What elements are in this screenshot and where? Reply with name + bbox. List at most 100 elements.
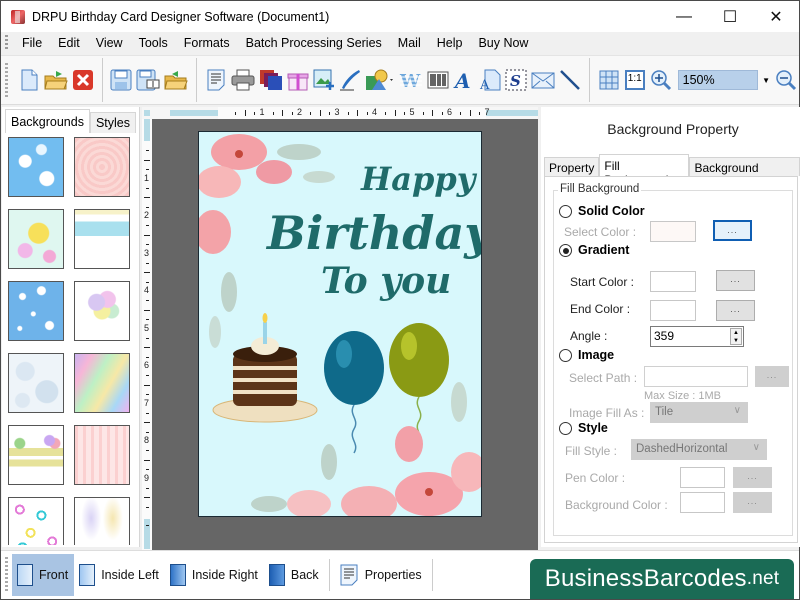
thumbnail-colorful-hearts[interactable] <box>8 497 64 545</box>
properties-button-bottom[interactable]: Properties <box>334 554 428 596</box>
thumbnail-blue-clouds[interactable] <box>8 137 64 197</box>
thumbnail-pink-hearts[interactable] <box>74 137 130 197</box>
zoom-in-button[interactable] <box>650 68 672 92</box>
fill-style-select[interactable]: DashedHorizontal ∨ <box>631 439 767 460</box>
front-page-button[interactable]: Front <box>12 554 75 596</box>
menu-edit[interactable]: Edit <box>50 36 88 50</box>
image-radio[interactable] <box>559 349 572 362</box>
card-front[interactable]: Happy Birthday To you <box>198 131 482 517</box>
thumbnail-kids-scene[interactable] <box>74 209 130 269</box>
ruler-number: 1 <box>259 107 265 117</box>
menu-view[interactable]: View <box>88 36 131 50</box>
background-color-button[interactable]: ... <box>733 492 772 513</box>
menu-tools[interactable]: Tools <box>131 36 176 50</box>
solid-color-radio[interactable] <box>559 205 572 218</box>
end-color-button[interactable]: ... <box>716 300 755 321</box>
print-button[interactable] <box>231 68 255 92</box>
ruler-tick <box>146 169 149 171</box>
menu-help[interactable]: Help <box>429 36 471 50</box>
signature-pen-button[interactable] <box>339 68 361 92</box>
new-document-button[interactable] <box>18 68 40 92</box>
thumbnail-blue-stars[interactable] <box>8 281 64 341</box>
menu-buy-now[interactable]: Buy Now <box>470 36 536 50</box>
tab-background-effects[interactable]: Background Effects <box>689 157 800 189</box>
zoom-dropdown-icon[interactable]: ▼ <box>762 76 773 85</box>
save-icon <box>110 69 132 91</box>
mail-icon <box>531 72 555 89</box>
menu-mail[interactable]: Mail <box>390 36 429 50</box>
signature-button[interactable]: S <box>505 68 527 92</box>
mail-button[interactable] <box>531 68 555 92</box>
open-button[interactable] <box>43 68 68 92</box>
signature-icon: S <box>505 69 527 91</box>
pen-color-button[interactable]: ... <box>733 467 772 488</box>
actual-size-button[interactable]: 1:1 <box>624 68 646 92</box>
ruler-tick <box>385 112 387 115</box>
ruler-tick <box>357 110 359 116</box>
grid-button[interactable] <box>598 68 620 92</box>
tab-property[interactable]: Property <box>544 157 600 176</box>
image-path-input[interactable] <box>644 366 748 387</box>
word-art-button[interactable]: W <box>399 68 423 92</box>
card-text-birthday[interactable]: Birthday <box>267 206 481 260</box>
ruler-number: 3 <box>334 107 340 117</box>
thumbnail-happy-birthday-text[interactable] <box>8 425 64 485</box>
shapes-button[interactable] <box>365 68 395 92</box>
card-text-to-you[interactable]: To you <box>321 260 451 302</box>
menu-formats[interactable]: Formats <box>176 36 238 50</box>
save-button[interactable] <box>110 68 132 92</box>
spinner-arrows-icon[interactable]: ▲ ▼ <box>730 328 742 345</box>
insert-image-button[interactable] <box>313 68 335 92</box>
ruler-tick <box>144 422 150 424</box>
templates-button[interactable] <box>259 68 283 92</box>
text-doc-button[interactable]: A <box>479 68 501 92</box>
inside-right-page-button[interactable]: Inside Right <box>165 554 264 596</box>
select-path-button[interactable]: ... <box>755 366 789 387</box>
ruler-tick <box>146 337 149 339</box>
select-color-button[interactable]: ... <box>713 220 752 241</box>
thumbnail-balloons[interactable] <box>74 281 130 341</box>
style-radio[interactable] <box>559 422 572 435</box>
ruler-tick <box>146 375 149 377</box>
app-icon <box>11 9 25 24</box>
menu-batch-processing-series[interactable]: Batch Processing Series <box>238 36 390 50</box>
zoom-out-button[interactable] <box>775 68 797 92</box>
start-color-button[interactable]: ... <box>716 270 755 291</box>
thumbnail-bubbles[interactable] <box>8 353 64 413</box>
barcode-button[interactable] <box>427 68 449 92</box>
back-page-button[interactable]: Back <box>264 554 325 596</box>
tab-fill-background[interactable]: Fill Background <box>599 154 690 187</box>
tab-backgrounds[interactable]: Backgrounds <box>5 109 90 133</box>
ruler-number: 6 <box>144 360 150 370</box>
ruler-tick <box>310 112 312 115</box>
tab-styles[interactable]: Styles <box>89 112 137 133</box>
properties-button[interactable] <box>205 68 227 92</box>
close-document-button[interactable] <box>72 68 94 92</box>
inside-left-page-button[interactable]: Inside Left <box>74 554 165 596</box>
menu-grip[interactable] <box>5 35 8 51</box>
menu-file[interactable]: File <box>14 36 50 50</box>
zoom-in-icon <box>650 70 671 91</box>
design-canvas[interactable]: Happy Birthday To you <box>152 119 538 551</box>
thumbnail-rainbow-pastel[interactable] <box>74 353 130 413</box>
thumbnail-flowers[interactable] <box>8 209 64 269</box>
close-button[interactable]: ✕ <box>753 1 799 32</box>
minimize-button[interactable]: — <box>661 1 707 32</box>
image-fill-as-select[interactable]: Tile ∨ <box>650 402 748 423</box>
angle-spinner[interactable]: 359 ▲ ▼ <box>650 326 744 347</box>
thumbnail-pink-hearts-stripes[interactable] <box>74 425 130 485</box>
save-as-button[interactable] <box>136 68 160 92</box>
maximize-button[interactable]: ☐ <box>707 1 753 32</box>
gift-button[interactable] <box>287 68 309 92</box>
toolbar-grip[interactable] <box>5 63 8 97</box>
gradient-radio[interactable] <box>559 244 572 257</box>
card-text-happy[interactable]: Happy <box>361 160 475 198</box>
bottom-bar-grip[interactable] <box>5 557 8 593</box>
zoom-level-combo[interactable]: 150% <box>677 70 759 90</box>
brand-suffix-text: .net <box>746 568 780 589</box>
line-button[interactable] <box>559 68 581 92</box>
thumbnail-balloon-bunches[interactable] <box>74 497 130 545</box>
ruler-tick <box>146 394 149 396</box>
export-button[interactable] <box>164 68 189 92</box>
text-button[interactable]: A <box>453 68 475 92</box>
